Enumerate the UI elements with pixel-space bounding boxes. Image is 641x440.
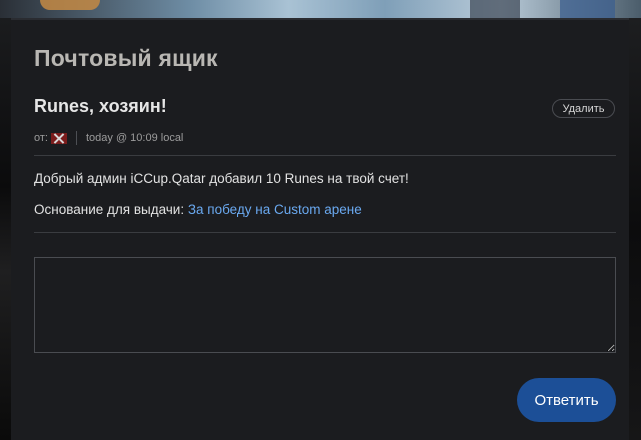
header-banner-image — [0, 0, 641, 18]
reason-link[interactable]: За победу на Custom арене — [188, 202, 362, 217]
background-art-right — [629, 18, 641, 440]
message-subject: Runes, хозяин! — [34, 96, 167, 116]
page-title: Почтовый ящик — [34, 45, 218, 71]
message-meta: от: today @ 10:09 local — [34, 130, 183, 146]
from-label: от: — [34, 132, 48, 144]
meta-separator — [75, 131, 77, 145]
mailbox-panel: Почтовый ящик Runes, хозяин! Удалить от:… — [11, 18, 629, 440]
divider — [34, 155, 616, 156]
banner-decoration — [560, 0, 615, 18]
sender-avatar-icon[interactable] — [50, 132, 67, 144]
banner-decoration — [470, 0, 520, 18]
reply-button[interactable]: Ответить — [517, 378, 616, 422]
delete-button[interactable]: Удалить — [552, 99, 615, 118]
message-body: Добрый админ iCCup.Qatar добавил 10 Rune… — [34, 171, 409, 186]
message-timestamp: today @ 10:09 local — [85, 132, 184, 144]
page: Почтовый ящик Runes, хозяин! Удалить от:… — [0, 0, 641, 440]
background-art-left — [0, 18, 11, 440]
banner-decoration — [40, 0, 100, 10]
reason-label: Основание для выдачи: — [34, 202, 188, 217]
divider — [34, 232, 616, 233]
reply-textarea[interactable] — [34, 257, 616, 353]
message-reason: Основание для выдачи: За победу на Custo… — [34, 202, 362, 217]
